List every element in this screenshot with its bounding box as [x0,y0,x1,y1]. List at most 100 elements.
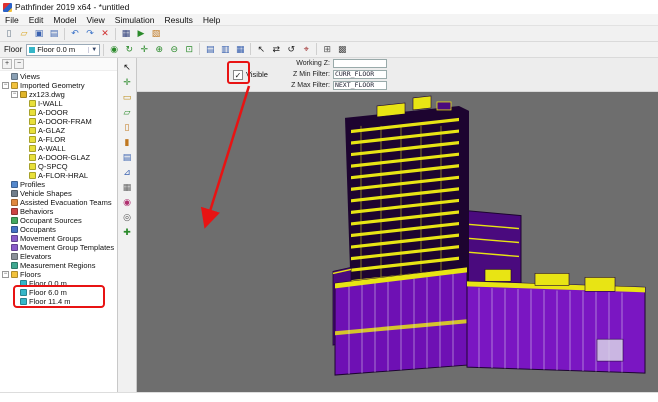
tree-item-movement-group-templates[interactable]: Movement Group Templates [0,243,117,252]
ramp-tool[interactable]: ⊿ [120,166,135,180]
collapse-all-button[interactable]: − [14,59,24,69]
tree-expander-spacer [20,145,27,152]
tree-item-floor-6-0-m[interactable]: Floor 6.0 m [0,288,117,297]
tree-item-measurement-regions[interactable]: Measurement Regions [0,261,117,270]
layer-icon [29,127,36,134]
new-button[interactable]: ▯ [2,27,16,41]
room-tool[interactable]: ▱ [120,106,135,120]
menu-file[interactable]: File [0,15,24,25]
zoom-extents-button[interactable]: ⊡ [182,43,196,57]
tree-expander-spacer [11,289,18,296]
working-z-field[interactable] [333,59,387,68]
reset-camera-button[interactable]: ◉ [107,43,121,57]
visible-checkbox[interactable]: ✓ [233,70,243,80]
tree-item-occupants[interactable]: Occupants [0,225,117,234]
floor-icon [20,289,27,296]
tree-item-a-door[interactable]: A-DOOR [0,108,117,117]
measure-button[interactable]: ⌖ [299,43,313,57]
undo-button[interactable]: ↶ [68,27,82,41]
tree-expander-spacer [2,262,9,269]
zoom-in-button[interactable]: ⊕ [152,43,166,57]
delete-button[interactable]: ✕ [98,27,112,41]
expand-all-button[interactable]: + [2,59,12,69]
redo-button[interactable]: ↷ [83,27,97,41]
orbit-button[interactable]: ↻ [122,43,136,57]
import-button[interactable]: ▤ [47,27,61,41]
layer-icon [29,154,36,161]
layer-icon [29,172,36,179]
3d-viewport[interactable] [137,92,658,392]
tree-item-profiles[interactable]: Profiles [0,180,117,189]
tree-expander-spacer [2,226,9,233]
menu-results[interactable]: Results [159,15,197,25]
rotate-mode-button[interactable]: ↺ [284,43,298,57]
tree-item-a-glaz[interactable]: A-GLAZ [0,126,117,135]
view-side-button[interactable]: ▥ [218,43,232,57]
occupant-sources-icon [11,217,18,224]
view-top-button[interactable]: ▦ [233,43,247,57]
menu-help[interactable]: Help [198,15,225,25]
tree-item-a-wall[interactable]: A-WALL [0,144,117,153]
tree-item-imported-geometry[interactable]: −Imported Geometry [0,81,117,90]
building-tower [345,96,469,299]
camera-tool[interactable]: ◎ [120,211,135,225]
menu-edit[interactable]: Edit [24,15,49,25]
tree-item-a-door-fram[interactable]: A-DOOR-FRAM [0,117,117,126]
grid-snap-button[interactable]: ⊞ [320,43,334,57]
view-front-button[interactable]: ▤ [203,43,217,57]
tree-item-views[interactable]: Views [0,72,117,81]
separator [199,43,200,55]
thin-door-tool[interactable]: ▮ [120,136,135,150]
results-button[interactable]: ▧ [149,27,163,41]
menu-model[interactable]: Model [48,15,81,25]
tree-item-occupant-sources[interactable]: Occupant Sources [0,216,117,225]
tree-item-a-flor[interactable]: A-FLOR [0,135,117,144]
tree-item-a-door-glaz[interactable]: A-DOOR-GLAZ [0,153,117,162]
z-max-filter-field[interactable]: NEXT_FLOOR [333,81,387,90]
wireframe-button[interactable]: ▩ [335,43,349,57]
floor-selector[interactable]: Floor 0.0 m ▼ [26,44,100,56]
open-button[interactable]: ▱ [17,27,31,41]
stairs-tool[interactable]: ▤ [120,151,135,165]
occupant-tool[interactable]: ◉ [120,196,135,210]
zoom-out-button[interactable]: ⊖ [167,43,181,57]
tree-toolbar: +− [0,58,117,71]
tree-item-a-flor-hral[interactable]: A-FLOR-HRAL [0,171,117,180]
tree-expander-spacer [2,217,9,224]
tree-item-floors[interactable]: −Floors [0,270,117,279]
tree-expander-icon[interactable]: − [11,91,18,98]
tree-item-floor-11-4-m[interactable]: Floor 11.4 m [0,297,117,306]
measure-tool[interactable]: ✚ [120,226,135,240]
add-point-tool[interactable]: ✛ [120,76,135,90]
save-button[interactable]: ▣ [32,27,46,41]
show-geometry-button[interactable]: ▦ [119,27,133,41]
floor-selector-value: Floor 0.0 m [37,45,75,54]
tree-item-movement-groups[interactable]: Movement Groups [0,234,117,243]
chevron-down-icon[interactable]: ▼ [88,47,97,53]
tree-item-elevators[interactable]: Elevators [0,252,117,261]
z-min-filter-field[interactable]: CURR_FLOOR [333,70,387,79]
door-tool[interactable]: ▯ [120,121,135,135]
floor-tool[interactable]: ▭ [120,91,135,105]
run-simulation-button[interactable]: ▶ [134,27,148,41]
tree-item-assisted-evacuation-teams[interactable]: Assisted Evacuation Teams [0,198,117,207]
tree-item-zx123-dwg[interactable]: −zx123.dwg [0,90,117,99]
tree-expander-icon[interactable]: − [2,271,9,278]
behaviors-icon [11,208,18,215]
tree-item-floor-0-0-m[interactable]: Floor 0.0 m [0,279,117,288]
window-title: Pathfinder 2019 x64 - *untitled [15,2,129,12]
tree-expander-icon[interactable]: − [2,82,9,89]
tree-item-q-spcq[interactable]: Q-SPCQ [0,162,117,171]
tree-item-i-wall[interactable]: I-WALL [0,99,117,108]
app-window: Pathfinder 2019 x64 - *untitled FileEdit… [0,0,658,402]
menu-view[interactable]: View [82,15,110,25]
tree-item-vehicle-shapes[interactable]: Vehicle Shapes [0,189,117,198]
move-mode-button[interactable]: ⇄ [269,43,283,57]
select-tool[interactable]: ↖ [120,61,135,75]
menu-simulation[interactable]: Simulation [110,15,160,25]
elevator-tool[interactable]: ▦ [120,181,135,195]
tree-item-behaviors[interactable]: Behaviors [0,207,117,216]
canvas-column: ✓ Visible Working Z:Z Min Filter:CURR_FL… [137,58,658,392]
select-mode-button[interactable]: ↖ [254,43,268,57]
pan-button[interactable]: ✛ [137,43,151,57]
